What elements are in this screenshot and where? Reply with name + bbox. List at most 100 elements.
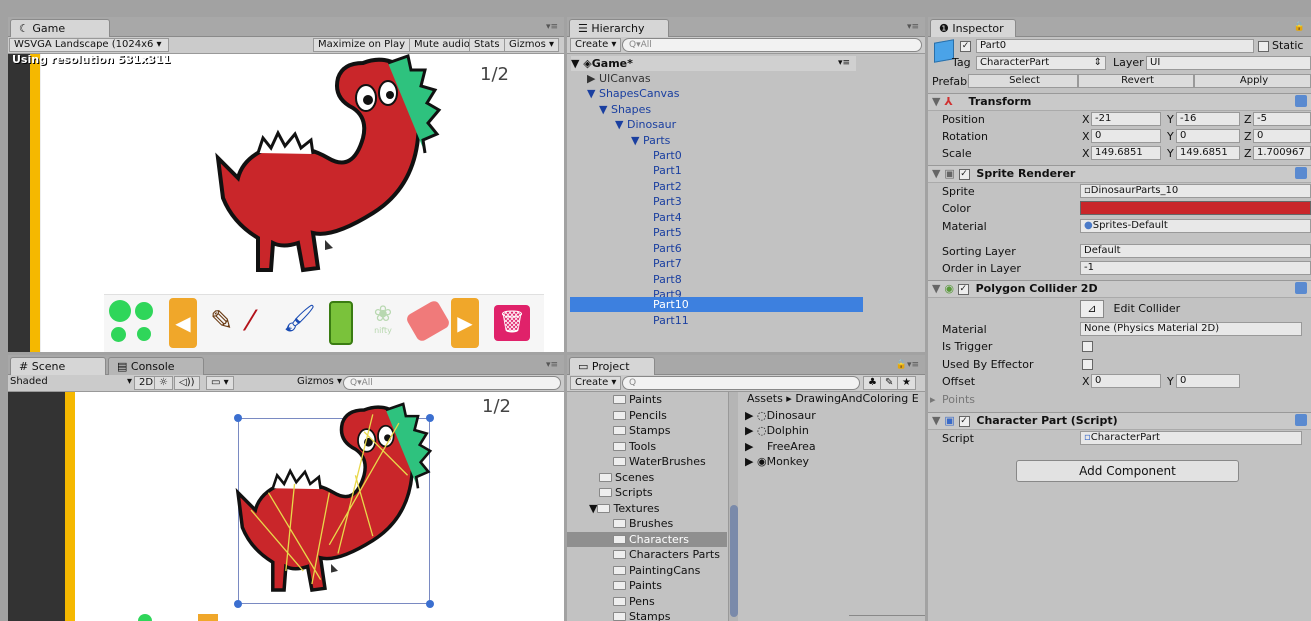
object-name-input[interactable]: Part0 <box>976 39 1254 53</box>
settings-icon[interactable] <box>1295 167 1307 179</box>
sprite-field[interactable]: ▫DinosaurParts_10 <box>1080 184 1311 198</box>
zoom-slider[interactable] <box>849 615 925 621</box>
folder-item[interactable]: Paints <box>567 392 727 407</box>
material-field[interactable]: ●Sprites-Default <box>1080 219 1311 233</box>
folder-item[interactable]: Stamps <box>567 609 727 621</box>
stamp-icon[interactable]: ❀ nifty <box>365 302 401 346</box>
tree-item[interactable]: Part11 <box>653 313 689 328</box>
static-toggle[interactable]: Static <box>1258 39 1303 52</box>
tree-item[interactable]: ▶ UICanvas <box>587 71 651 86</box>
position-z[interactable]: -5 <box>1253 112 1311 126</box>
points-foldout[interactable]: ▸ Points <box>928 392 1311 407</box>
folder-item[interactable]: Pencils <box>567 408 727 423</box>
scene-search-input[interactable]: Q▾All <box>343 376 561 390</box>
folder-item-selected[interactable]: Characters <box>567 532 727 547</box>
tree-item[interactable]: Part7 <box>653 256 682 271</box>
create-dropdown[interactable]: Create ▾ <box>570 38 622 52</box>
prefab-apply-button[interactable]: Apply <box>1194 74 1311 88</box>
favorite-icon[interactable]: ★ <box>897 376 916 390</box>
folder-item[interactable]: ▼ Textures <box>567 501 727 516</box>
tag-dropdown[interactable]: CharacterPart ⇕ <box>976 56 1106 70</box>
create-dropdown[interactable]: Create ▾ <box>570 376 622 390</box>
tab-project[interactable]: ▭ Project <box>569 357 655 375</box>
project-scrollbar[interactable] <box>728 392 738 621</box>
prefab-revert-button[interactable]: Revert <box>1078 74 1194 88</box>
folder-item[interactable]: Scripts <box>567 485 727 500</box>
lighting-icon[interactable]: ☼ <box>154 376 173 390</box>
position-y[interactable]: -16 <box>1176 112 1240 126</box>
audio-icon[interactable]: ◁)) <box>174 376 200 390</box>
tab-scene[interactable]: # Scene <box>10 357 106 375</box>
rotation-z[interactable]: 0 <box>1253 129 1311 143</box>
paint-brush-icon[interactable]: 🖌 <box>283 304 317 344</box>
project-search-input[interactable]: Q <box>622 376 860 390</box>
aspect-dropdown[interactable]: WSVGA Landscape (1024x6 ▾ <box>9 38 169 52</box>
pencil-icon[interactable]: ✎ <box>210 304 240 344</box>
folder-item[interactable]: Brushes <box>567 516 727 531</box>
filter-label-icon[interactable]: ✎ <box>880 376 899 390</box>
polygon-collider-header[interactable]: ▼ ◉ ✓ Polygon Collider 2D <box>928 280 1311 298</box>
folder-item[interactable]: Tools <box>567 439 727 454</box>
tree-item-selected[interactable]: Part10 <box>570 297 863 312</box>
asset-item[interactable]: ▶ ◌Dinosaur <box>739 408 925 423</box>
tree-item[interactable]: Part2 <box>653 179 682 194</box>
stats-button[interactable]: Stats <box>469 38 505 52</box>
brush-icon[interactable]: ⁄ <box>248 304 278 344</box>
panel-menu-icon[interactable]: ▾≡ <box>546 360 558 370</box>
position-x[interactable]: -21 <box>1091 112 1161 126</box>
rotation-x[interactable]: 0 <box>1091 129 1161 143</box>
settings-icon[interactable] <box>1295 414 1307 426</box>
tree-item[interactable]: Part5 <box>653 225 682 240</box>
tree-item[interactable]: Part3 <box>653 194 682 209</box>
hierarchy-search-input[interactable]: Q▾All <box>622 38 922 52</box>
trash-icon[interactable]: 🗑 <box>494 305 530 341</box>
order-in-layer-input[interactable]: -1 <box>1080 261 1311 275</box>
asset-item[interactable]: ▶ ◉Monkey <box>739 454 925 469</box>
tree-item[interactable]: Part1 <box>653 163 682 178</box>
sprite-renderer-enabled[interactable]: ✓ <box>958 168 970 180</box>
add-component-button[interactable]: Add Component <box>1016 460 1239 482</box>
folder-item[interactable]: Stamps <box>567 423 727 438</box>
scale-z[interactable]: 1.700967 <box>1253 146 1311 160</box>
lock-icon[interactable]: 🔒▾≡ <box>896 360 919 370</box>
panel-menu-icon[interactable]: ▾≡ <box>546 22 558 32</box>
tree-item[interactable]: Part8 <box>653 272 682 287</box>
used-by-effector-checkbox[interactable] <box>1082 359 1093 370</box>
paint-can-icon[interactable] <box>329 301 353 345</box>
folder-item[interactable]: Pens <box>567 594 727 609</box>
physics-material-field[interactable]: None (Physics Material 2D) <box>1080 322 1302 336</box>
effects-icon[interactable]: ▭ ▾ <box>206 376 234 390</box>
gizmos-button[interactable]: Gizmos ▾ <box>504 38 560 52</box>
asset-item[interactable]: ▶ FreeArea <box>739 439 925 454</box>
green-dots-icon[interactable] <box>107 298 159 348</box>
tab-inspector[interactable]: ❶ Inspector <box>930 19 1016 37</box>
game-viewport[interactable]: Using resolution 531x311 1/2 ◀ ✎ ⁄ 🖌 ❀ ni… <box>8 53 564 352</box>
tree-item[interactable]: Part4 <box>653 210 682 225</box>
tree-root[interactable]: ▼ ◈Game* ▾≡ <box>571 56 856 71</box>
folder-item[interactable]: Scenes <box>567 470 727 485</box>
scale-x[interactable]: 149.6851 <box>1091 146 1161 160</box>
folder-item[interactable]: Paints <box>567 578 727 593</box>
tab-hierarchy[interactable]: ☰ Hierarchy <box>569 19 669 37</box>
settings-icon[interactable] <box>1295 282 1307 294</box>
is-trigger-checkbox[interactable] <box>1082 341 1093 352</box>
tab-game[interactable]: ☾ Game <box>10 19 110 37</box>
shaded-dropdown[interactable]: Shaded ▾ <box>10 376 132 387</box>
lock-icon[interactable]: 🔒 <box>1294 22 1305 32</box>
tree-item[interactable]: ▼ Shapes <box>599 102 651 117</box>
sorting-layer-dropdown[interactable]: Default <box>1080 244 1311 258</box>
handle-bottom-left[interactable] <box>234 600 242 608</box>
prefab-select-button[interactable]: Select <box>968 74 1078 88</box>
script-field[interactable]: ▫CharacterPart <box>1080 431 1302 445</box>
folder-item[interactable]: PaintingCans <box>567 563 727 578</box>
gizmos-dropdown[interactable]: Gizmos ▾ <box>297 376 342 387</box>
layer-dropdown[interactable]: UI <box>1146 56 1311 70</box>
tree-item[interactable]: ▼ Parts <box>631 133 670 148</box>
tree-item[interactable]: Part6 <box>653 241 682 256</box>
active-checkbox[interactable]: ✓ <box>960 39 974 52</box>
arrow-right-icon[interactable]: ▶ <box>451 298 479 348</box>
color-swatch[interactable] <box>1080 201 1311 215</box>
offset-x[interactable]: 0 <box>1091 374 1161 388</box>
settings-icon[interactable] <box>1295 95 1307 107</box>
edit-collider-button[interactable]: ⊿ Edit Collider <box>1080 300 1180 318</box>
